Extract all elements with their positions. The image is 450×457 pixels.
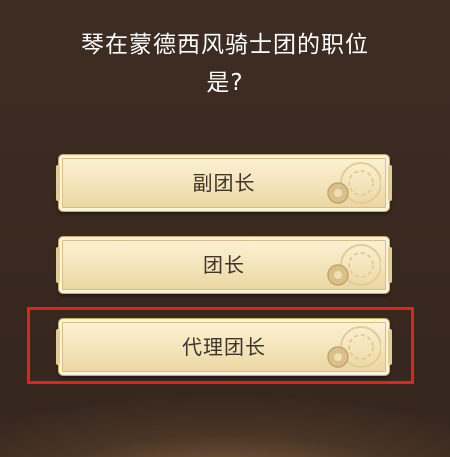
gear-icon [327,162,381,204]
answer-option-3[interactable]: 代理团长 [56,318,392,376]
question-line-1: 琴在蒙德西风骑士团的职位 [81,32,369,58]
answer-option-2[interactable]: 团长 [56,236,392,294]
gear-icon [327,326,381,368]
gear-icon [327,244,381,286]
answer-option-1[interactable]: 副团长 [56,154,392,212]
quiz-screen: 琴在蒙德西风骑士团的职位 是? 副团长 团长 代理团长 [0,0,450,457]
question-text: 琴在蒙德西风骑士团的职位 是? [0,26,450,102]
question-line-2: 是? [206,70,244,96]
